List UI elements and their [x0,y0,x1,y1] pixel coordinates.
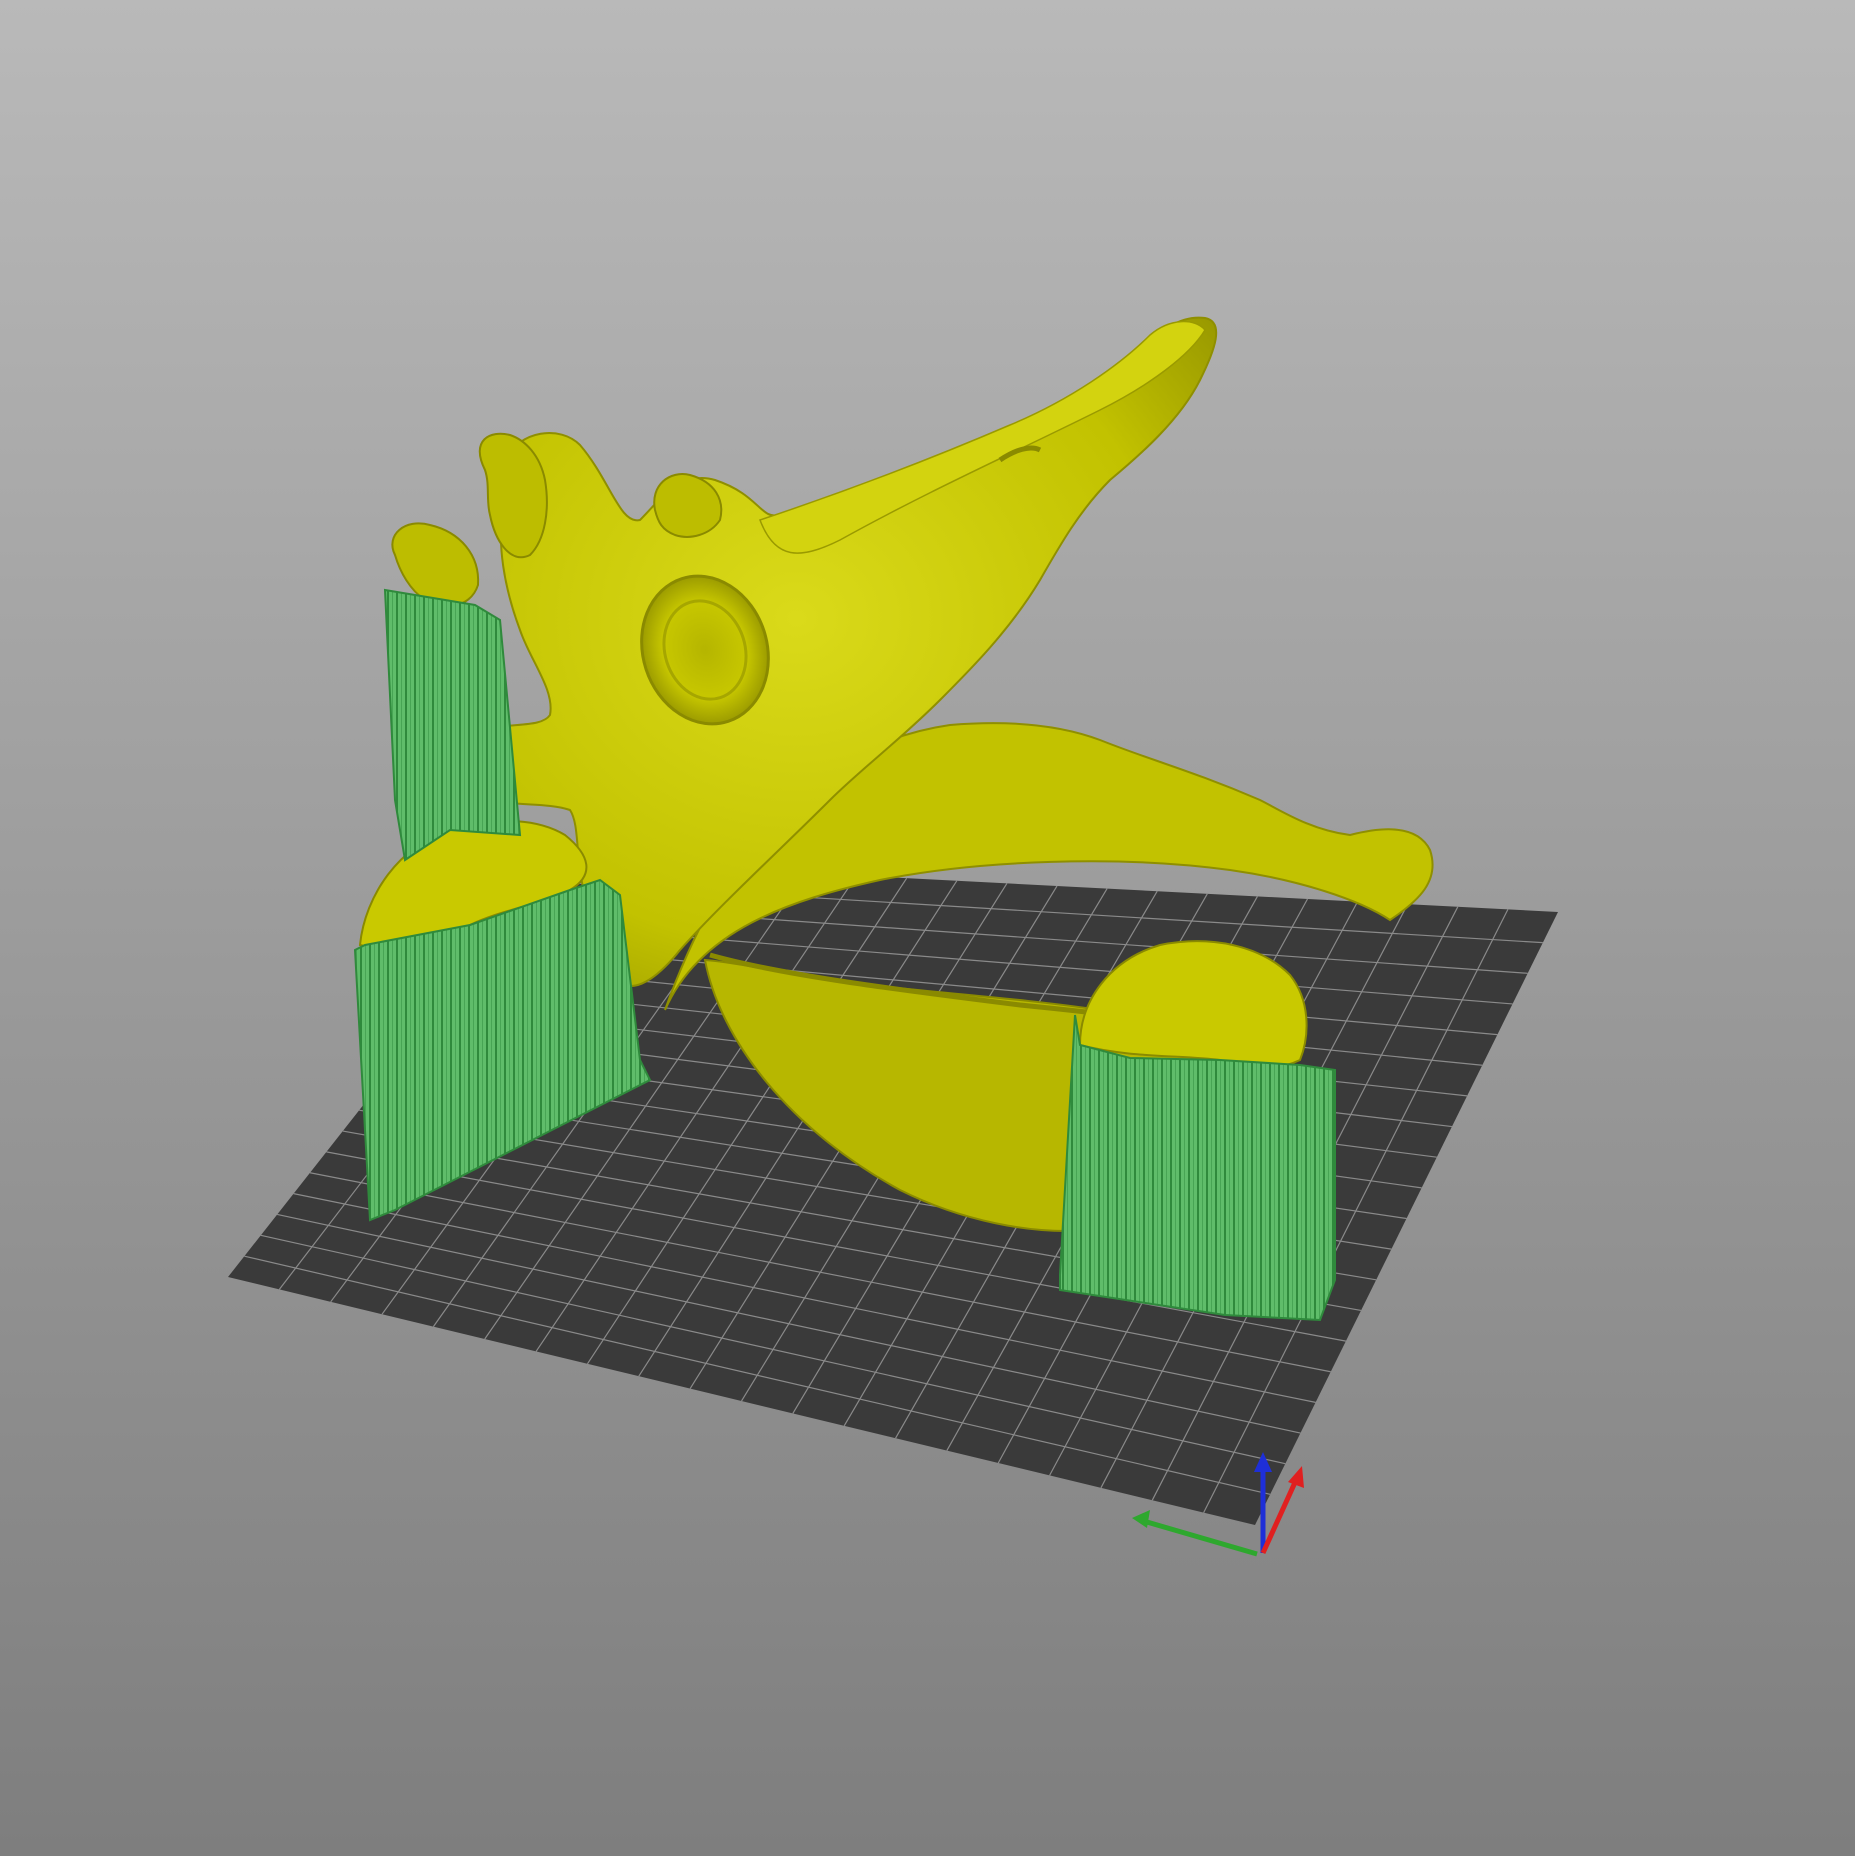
support-back-left [383,588,522,862]
scene-canvas[interactable] [0,0,1855,1856]
3d-viewport[interactable] [0,0,1855,1856]
